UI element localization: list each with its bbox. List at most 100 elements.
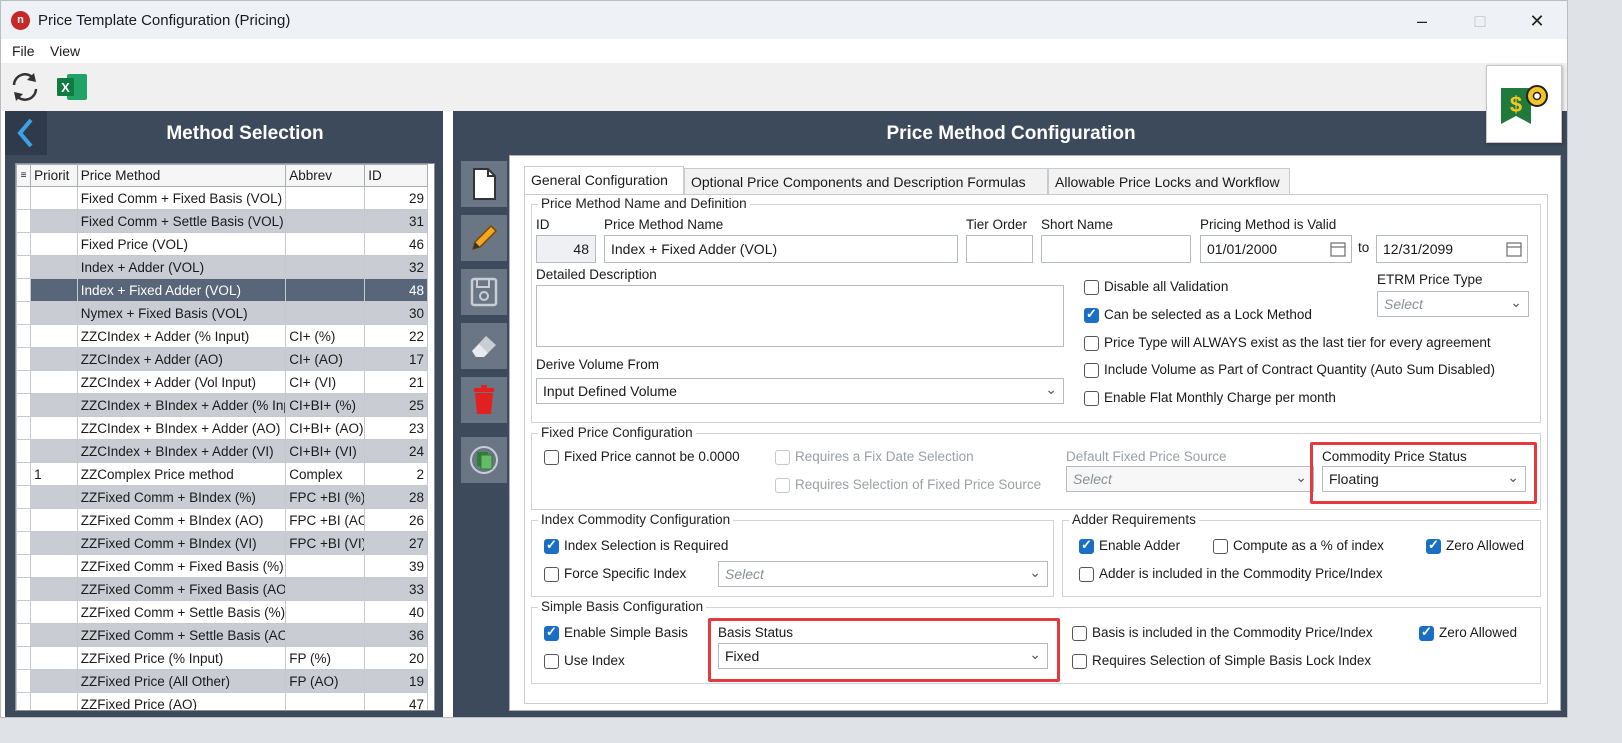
delete-trash-icon[interactable] bbox=[461, 377, 507, 423]
compute-pct-label: Compute as a % of index bbox=[1233, 538, 1384, 553]
copy-refresh-icon[interactable] bbox=[461, 437, 507, 483]
cell-id: 20 bbox=[364, 646, 428, 670]
table-row[interactable]: ZZFixed Comm + BIndex (%) FPC +BI (%) 28 bbox=[16, 485, 428, 509]
basis-lock-index-checkbox[interactable] bbox=[1072, 654, 1087, 669]
table-row[interactable]: ZZFixed Price (% Input) FP (%) 20 bbox=[16, 646, 428, 670]
adder-zero-allowed-checkbox[interactable] bbox=[1426, 537, 1441, 554]
commodity-price-status-value: Floating bbox=[1329, 471, 1379, 487]
fixed-price-group-title: Fixed Price Configuration bbox=[538, 425, 696, 440]
close-icon[interactable]: ✕ bbox=[1522, 9, 1552, 33]
table-row[interactable]: Index + Adder (VOL) 32 bbox=[16, 255, 428, 279]
table-row[interactable]: ZZFixed Comm + Settle Basis (%) 40 bbox=[16, 600, 428, 624]
calendar-icon[interactable] bbox=[1505, 240, 1523, 258]
basis-included-checkbox[interactable] bbox=[1072, 626, 1087, 641]
table-row[interactable]: ZZCIndex + Adder (% Input) CI+ (%) 22 bbox=[16, 324, 428, 348]
table-row[interactable]: ZZCIndex + Adder (Vol Input) CI+ (VI) 21 bbox=[16, 370, 428, 394]
specific-index-select[interactable]: Select ⌄ bbox=[718, 561, 1048, 587]
back-chevron-icon[interactable] bbox=[5, 111, 47, 155]
basis-zero-allowed-checkbox[interactable] bbox=[1419, 624, 1434, 641]
cell-abbrev: CI+ (VI) bbox=[285, 370, 366, 394]
table-row[interactable]: ZZFixed Price (AO) 47 bbox=[16, 692, 428, 710]
grid-menu-icon[interactable]: ≡ bbox=[16, 164, 32, 187]
edit-pencil-icon[interactable] bbox=[461, 215, 507, 261]
valid-to-date-field[interactable]: 12/31/2099 bbox=[1376, 235, 1528, 263]
maximize-icon[interactable]: □ bbox=[1465, 9, 1495, 33]
disable-validation-checkbox[interactable] bbox=[1084, 280, 1099, 295]
table-row[interactable]: ZZFixed Comm + Fixed Basis (AO) 33 bbox=[16, 577, 428, 601]
menu-view[interactable]: View bbox=[50, 43, 80, 59]
commodity-price-status-select[interactable]: Floating ⌄ bbox=[1322, 466, 1526, 492]
cell-price-method: ZZFixed Price (AO) bbox=[76, 692, 287, 710]
include-volume-checkbox[interactable] bbox=[1084, 363, 1099, 378]
chevron-down-icon: ⌄ bbox=[1029, 646, 1041, 662]
cell-priority bbox=[30, 439, 78, 463]
basis-status-select[interactable]: Fixed ⌄ bbox=[718, 643, 1048, 669]
cell-priority bbox=[30, 416, 78, 440]
cell-priority bbox=[30, 209, 78, 233]
pricing-settings-icon[interactable]: $ bbox=[1486, 65, 1562, 143]
table-row[interactable]: Fixed Price (VOL) 46 bbox=[16, 232, 428, 256]
column-header-price-method[interactable]: Price Method bbox=[76, 164, 287, 187]
table-row[interactable]: ZZCIndex + BIndex + Adder (% Input) CI+BI… bbox=[16, 393, 428, 417]
flat-monthly-charge-checkbox[interactable] bbox=[1084, 391, 1099, 406]
table-row[interactable]: ZZCIndex + BIndex + Adder (VI) CI+BI+ (VI… bbox=[16, 439, 428, 463]
table-row[interactable]: ZZFixed Price (All Other) FP (AO) 19 bbox=[16, 669, 428, 693]
index-required-checkbox[interactable] bbox=[544, 537, 559, 554]
table-row[interactable]: ZZFixed Comm + BIndex (VI) FPC +BI (VI) 27 bbox=[16, 531, 428, 555]
fix-date-label: Requires a Fix Date Selection bbox=[795, 449, 974, 464]
table-row[interactable]: ZZFixed Comm + Settle Basis (AO) 36 bbox=[16, 623, 428, 647]
table-row[interactable]: ZZFixed Comm + Fixed Basis (%) 39 bbox=[16, 554, 428, 578]
column-header-priority[interactable]: Priorit bbox=[30, 164, 78, 187]
lock-method-checkbox[interactable] bbox=[1084, 306, 1099, 323]
table-row[interactable]: ▶ Index + Fixed Adder (VOL) 48 bbox=[16, 278, 428, 302]
excel-export-icon[interactable]: X bbox=[55, 69, 91, 105]
table-row[interactable]: ZZCIndex + Adder (AO) CI+ (AO) 17 bbox=[16, 347, 428, 371]
last-tier-checkbox[interactable] bbox=[1084, 336, 1099, 351]
table-row[interactable]: ZZCIndex + BIndex + Adder (AO) CI+BI+ (AO… bbox=[16, 416, 428, 440]
column-header-abbrev[interactable]: Abbrev bbox=[285, 164, 366, 187]
enable-adder-checkbox[interactable] bbox=[1079, 537, 1094, 554]
table-row[interactable]: ZZFixed Comm + BIndex (AO) FPC +BI (AO) 26 bbox=[16, 508, 428, 532]
basis-included-label: Basis is included in the Commodity Price… bbox=[1092, 625, 1373, 640]
force-specific-index-checkbox[interactable] bbox=[544, 567, 559, 582]
default-source-select[interactable]: Select ⌄ bbox=[1066, 466, 1314, 492]
fixed-price-source-checkbox[interactable] bbox=[775, 478, 790, 493]
short-name-field[interactable] bbox=[1041, 235, 1191, 263]
column-header-id[interactable]: ID bbox=[364, 164, 428, 187]
table-row[interactable]: 1 ZZComplex Price method Complex 2 bbox=[16, 462, 428, 486]
adder-included-checkbox[interactable] bbox=[1079, 567, 1094, 582]
compute-pct-checkbox[interactable] bbox=[1213, 539, 1228, 554]
tab-optional-price-components[interactable]: Optional Price Components and Descriptio… bbox=[684, 168, 1048, 194]
use-index-checkbox[interactable] bbox=[544, 654, 559, 669]
calendar-icon[interactable] bbox=[1329, 240, 1347, 258]
eraser-icon[interactable] bbox=[461, 323, 507, 369]
row-selector: ▶ bbox=[16, 278, 32, 302]
refresh-icon[interactable] bbox=[7, 69, 43, 105]
enable-simple-basis-checkbox[interactable] bbox=[544, 624, 559, 641]
fixed-price-nonzero-checkbox[interactable] bbox=[544, 450, 559, 465]
cell-abbrev bbox=[285, 301, 366, 325]
etrm-price-type-select[interactable]: Select ⌄ bbox=[1377, 291, 1529, 317]
basis-zero-allowed-label: Zero Allowed bbox=[1439, 625, 1518, 640]
detailed-description-field[interactable] bbox=[536, 285, 1064, 347]
fix-date-checkbox[interactable] bbox=[775, 450, 790, 465]
table-row[interactable]: Fixed Comm + Fixed Basis (VOL) 29 bbox=[16, 186, 428, 210]
tier-order-field[interactable] bbox=[966, 235, 1033, 263]
valid-from-date-field[interactable]: 01/01/2000 bbox=[1200, 235, 1352, 263]
new-document-icon[interactable] bbox=[461, 161, 507, 207]
tab-general-configuration[interactable]: General Configuration bbox=[524, 166, 684, 194]
row-selector bbox=[16, 623, 32, 647]
cell-priority bbox=[30, 508, 78, 532]
table-row[interactable]: Nymex + Fixed Basis (VOL) 30 bbox=[16, 301, 428, 325]
menu-file[interactable]: File bbox=[12, 43, 35, 59]
svg-text:X: X bbox=[61, 80, 70, 95]
save-disk-icon[interactable] bbox=[461, 269, 507, 315]
derive-volume-select[interactable]: Input Defined Volume ⌄ bbox=[536, 378, 1064, 404]
tab-allowable-price-locks[interactable]: Allowable Price Locks and Workflow bbox=[1048, 168, 1290, 194]
minimize-icon[interactable]: – bbox=[1407, 9, 1437, 33]
table-row[interactable]: Fixed Comm + Settle Basis (VOL) 31 bbox=[16, 209, 428, 233]
configuration-content: General Configuration Optional Price Com… bbox=[509, 155, 1561, 711]
cell-price-method: ZZCIndex + Adder (Vol Input) bbox=[76, 370, 287, 394]
cell-id: 28 bbox=[364, 485, 428, 509]
price-method-name-field[interactable]: Index + Fixed Adder (VOL) bbox=[604, 235, 958, 263]
